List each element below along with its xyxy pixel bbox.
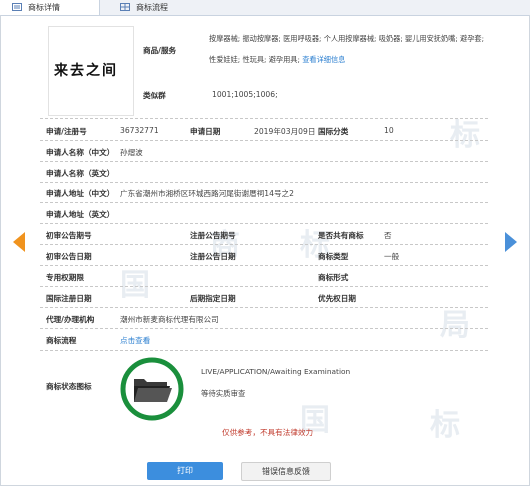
row-separator	[40, 140, 488, 141]
similar-value: 1001;1005;1006;	[212, 90, 278, 99]
name-cn-value: 孙熠波	[120, 148, 143, 157]
watermark: 标	[430, 408, 460, 443]
status-label: 商标状态图标	[46, 382, 92, 391]
later-date-label: 后期指定日期	[190, 294, 236, 303]
row-separator	[40, 286, 488, 287]
status-line2: 等待实质审查	[201, 389, 246, 398]
addr-cn-value: 广东省潮州市湘桥区环城西路河尾街谢厝祠14号之2	[120, 189, 294, 198]
form-label: 商标形式	[318, 273, 349, 282]
watermark: 标	[450, 118, 480, 153]
exclusive-label: 专用权期限	[46, 273, 84, 282]
row-separator	[40, 223, 488, 224]
goods-label: 商品/服务	[143, 46, 177, 55]
row-separator	[40, 265, 488, 266]
intclass-value: 10	[384, 126, 394, 135]
appdate-value: 2019年03月09日	[254, 127, 316, 136]
goods-detail-link[interactable]: 查看详细信息	[302, 55, 345, 64]
pre-pub-date-label: 初审公告日期	[46, 252, 92, 261]
row-separator	[40, 182, 488, 183]
row-separator	[40, 202, 488, 203]
row-separator	[40, 307, 488, 308]
row-separator	[40, 118, 488, 119]
reg-pub-date-label: 注册公告日期	[190, 252, 236, 261]
similar-label: 类似群	[143, 91, 166, 100]
reg-pub-no-label: 注册公告期号	[190, 231, 236, 240]
pre-pub-no-label: 初审公告期号	[46, 231, 92, 240]
name-en-label: 申请人名称（英文）	[46, 169, 115, 178]
document-icon	[12, 3, 22, 11]
name-cn-label: 申请人名称（中文）	[46, 148, 115, 157]
type-value: 一般	[384, 252, 400, 261]
row-separator	[40, 350, 488, 351]
tab-detail-label: 商标详情	[28, 3, 60, 12]
agent-label: 代理/办理机构	[46, 315, 95, 324]
feedback-button[interactable]: 错误信息反馈	[241, 462, 331, 481]
priority-label: 优先权日期	[318, 294, 356, 303]
tab-detail[interactable]: 商标详情	[0, 0, 100, 15]
watermark: 国	[120, 268, 150, 303]
flow-view-link[interactable]: 点击查看	[120, 335, 150, 346]
grid-icon	[120, 3, 130, 11]
appdate-label: 申请日期	[190, 127, 221, 136]
goods-line2-text: 性爱娃娃; 性玩具; 避孕用具;	[209, 55, 300, 64]
flow-label: 商标流程	[46, 336, 77, 345]
int-reg-label: 国际注册日期	[46, 294, 92, 303]
trademark-text: 来去之间	[54, 63, 118, 79]
row-separator	[40, 244, 488, 245]
tab-flow-label: 商标流程	[136, 3, 168, 12]
regno-value: 36732771	[120, 126, 159, 135]
disclaimer-text: 仅供参考，不具有法律效力	[222, 428, 314, 437]
goods-line2: 性爱娃娃; 性玩具; 避孕用具; 查看详细信息	[209, 55, 345, 65]
shared-value: 否	[384, 231, 392, 240]
shared-label: 是否共有商标	[318, 231, 364, 240]
addr-en-label: 申请人地址（英文）	[46, 210, 115, 219]
goods-line1: 按摩器械; 振动按摩器; 医用呼吸器; 个人用按摩器械; 吸奶器; 婴儿用安抚奶…	[209, 34, 485, 43]
prev-arrow-icon[interactable]	[9, 230, 31, 254]
type-label: 商标类型	[318, 252, 349, 261]
addr-cn-label: 申请人地址（中文）	[46, 189, 115, 198]
next-arrow-icon[interactable]	[499, 230, 521, 254]
status-line1: LIVE/APPLICATION/Awaiting Examination	[201, 367, 351, 376]
status-folder-icon	[120, 357, 184, 421]
row-separator	[40, 328, 488, 329]
tab-flow[interactable]: 商标流程	[108, 0, 208, 15]
print-button[interactable]: 打印	[147, 462, 223, 480]
intclass-label: 国际分类	[318, 127, 349, 136]
regno-label: 申请/注册号	[46, 127, 87, 136]
row-separator	[40, 161, 488, 162]
agent-value: 潮州市新麦商标代理有限公司	[120, 315, 219, 324]
